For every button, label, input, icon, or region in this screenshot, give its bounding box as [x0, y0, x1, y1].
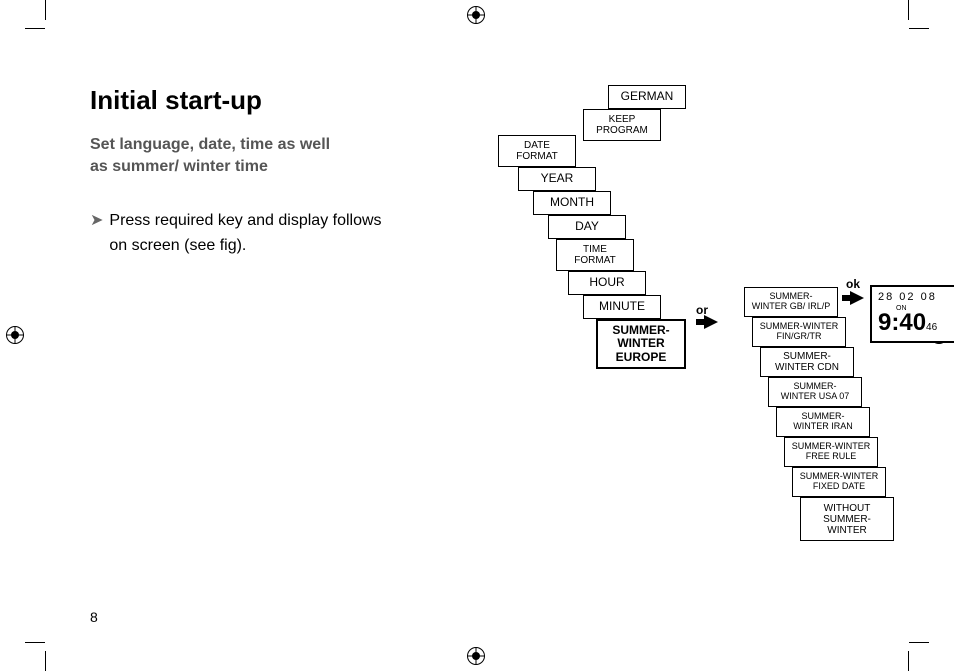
page-content: Initial start-up Set language, date, tim…	[90, 85, 870, 625]
region-box-without: WITHOUT SUMMER- WINTER	[800, 497, 894, 541]
box-label: EUROPE	[616, 351, 667, 364]
region-box-cdn: SUMMER- WINTER CDN	[760, 347, 854, 377]
box-label: FREE RULE	[806, 452, 857, 462]
arrow-icon	[850, 291, 864, 305]
menu-box-summer-winter-europe: SUMMER- WINTER EUROPE	[596, 319, 686, 369]
subtitle-line: Set language, date, time as well	[90, 136, 330, 153]
bullet-icon: ➤	[90, 209, 103, 259]
display-on-indicator: ON	[896, 305, 907, 312]
label-ok: ok	[846, 277, 860, 291]
registration-mark-top	[467, 6, 485, 24]
crop-mark	[25, 28, 45, 29]
region-box-iran: SUMMER- WINTER IRAN	[776, 407, 870, 437]
box-label: WINTER GB/ IRL/P	[752, 302, 831, 312]
box-label: GERMAN	[621, 90, 674, 103]
crop-mark	[908, 651, 909, 671]
box-label: DATE	[524, 140, 550, 151]
box-label: WINTER IRAN	[793, 422, 853, 432]
menu-box-year: YEAR	[518, 167, 596, 191]
box-label: SUMMER-	[783, 351, 831, 362]
subtitle-line: as summer/ winter time	[90, 158, 268, 175]
menu-box-minute: MINUTE	[583, 295, 661, 319]
box-label: TIME	[583, 244, 607, 255]
region-box-free-rule: SUMMER-WINTER FREE RULE	[784, 437, 878, 467]
menu-box-date-format: DATE FORMAT	[498, 135, 576, 167]
region-box-fin: SUMMER-WINTER FIN/GR/TR	[752, 317, 846, 347]
arrow-icon	[704, 315, 718, 329]
diagram: GERMAN KEEP PROGRAM DATE FORMAT YEAR MON…	[498, 85, 954, 645]
menu-box-day: DAY	[548, 215, 626, 239]
box-label: SUMMER-	[823, 514, 871, 525]
crop-mark	[45, 0, 46, 20]
menu-box-german: GERMAN	[608, 85, 686, 109]
box-label: WINTER CDN	[775, 362, 839, 373]
box-label: KEEP	[609, 114, 636, 125]
box-label: HOUR	[589, 276, 624, 289]
region-box-fixed-date: SUMMER-WINTER FIXED DATE	[792, 467, 886, 497]
menu-box-keep-program: KEEP PROGRAM	[583, 109, 661, 141]
box-label: FORMAT	[574, 255, 615, 266]
crop-mark	[909, 28, 929, 29]
box-label: FORMAT	[516, 151, 557, 162]
instruction-line: on screen (see fig).	[109, 237, 246, 254]
region-box-usa: SUMMER- WINTER USA 07	[768, 377, 862, 407]
box-label: FIN/GR/TR	[777, 332, 822, 342]
device-display: 28 02 08 ON 9:4046	[870, 285, 954, 343]
box-label: MINUTE	[599, 300, 645, 313]
display-time-value: 9:40	[878, 309, 926, 336]
menu-box-month: MONTH	[533, 191, 611, 215]
page-number: 8	[90, 609, 98, 625]
display-date: 28 02 08	[878, 291, 954, 303]
crop-mark	[908, 0, 909, 20]
instruction-line: Press required key and display follows	[109, 212, 381, 229]
crop-mark	[25, 642, 45, 643]
box-label: MONTH	[550, 196, 594, 209]
display-seconds: 46	[926, 322, 937, 333]
box-label: WINTER	[617, 337, 664, 350]
instruction-text: Press required key and display follows o…	[109, 209, 381, 259]
box-label: WITHOUT	[824, 503, 871, 514]
box-label: WINTER USA 07	[781, 392, 850, 402]
menu-box-time-format: TIME FORMAT	[556, 239, 634, 271]
box-label: PROGRAM	[596, 125, 648, 136]
region-box-gb: SUMMER- WINTER GB/ IRL/P	[744, 287, 838, 317]
registration-mark-bottom	[467, 647, 485, 665]
box-label: WINTER	[827, 525, 866, 536]
display-time: 9:4046	[878, 309, 954, 337]
box-label: DAY	[575, 220, 599, 233]
box-label: YEAR	[541, 172, 574, 185]
box-label: FIXED DATE	[813, 482, 865, 492]
crop-mark	[45, 651, 46, 671]
menu-box-hour: HOUR	[568, 271, 646, 295]
registration-mark-left	[6, 326, 24, 344]
